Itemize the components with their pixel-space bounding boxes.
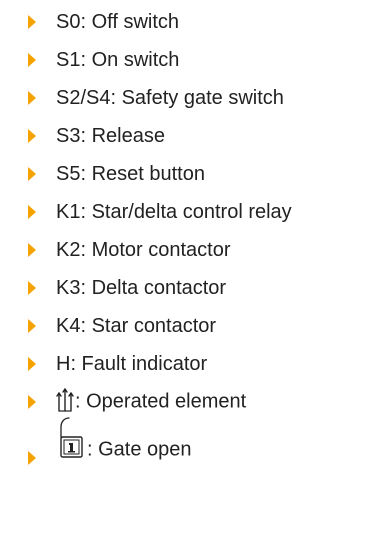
bullet-arrow-icon <box>28 319 36 333</box>
bullet-arrow-icon <box>28 281 36 295</box>
legend-item-gate-open: : Gate open <box>0 417 373 466</box>
legend-label: K1: Star/delta control relay <box>56 201 292 223</box>
legend-text-with-symbol: : Operated element <box>56 388 247 415</box>
legend-text-with-symbol: : Gate open <box>56 417 192 473</box>
bullet-arrow-icon <box>28 129 36 143</box>
legend-item-s5: S5: Reset button <box>0 158 373 190</box>
legend-item-s2-s4: S2/S4: Safety gate switch <box>0 82 373 114</box>
bullet-arrow-icon <box>28 91 36 105</box>
legend-item-s3: S3: Release <box>0 120 373 152</box>
legend-label: S0: Off switch <box>56 11 180 33</box>
legend-label: H: Fault indicator <box>56 353 208 375</box>
legend-label: K2: Motor contactor <box>56 239 231 261</box>
legend-item-k2: K2: Motor contactor <box>0 234 373 266</box>
bullet-arrow-icon <box>28 167 36 181</box>
gate-lock-icon <box>60 417 83 458</box>
legend-label: K3: Delta contactor <box>56 277 227 299</box>
bullet-arrow-icon <box>28 451 36 465</box>
bullet-arrow-icon <box>28 395 36 409</box>
legend-label: S5: Reset button <box>56 163 205 185</box>
legend-item-k3: K3: Delta contactor <box>0 272 373 304</box>
legend-label: K4: Star contactor <box>56 315 217 337</box>
legend-label: : Gate open <box>87 438 192 461</box>
legend-item-s1: S1: On switch <box>0 44 373 76</box>
bullet-arrow-icon <box>28 205 36 219</box>
legend-label: : Operated element <box>75 390 247 413</box>
legend-item-h: H: Fault indicator <box>0 348 373 380</box>
bullet-arrow-icon <box>28 53 36 67</box>
operated-element-icon <box>56 388 74 412</box>
legend-item-k1: K1: Star/delta control relay <box>0 196 373 228</box>
legend-item-k4: K4: Star contactor <box>0 310 373 342</box>
bullet-arrow-icon <box>28 15 36 29</box>
legend-label: S2/S4: Safety gate switch <box>56 87 284 109</box>
bullet-arrow-icon <box>28 243 36 257</box>
legend-label: S3: Release <box>56 125 165 147</box>
legend-item-s0: S0: Off switch <box>0 6 373 38</box>
legend-label: S1: On switch <box>56 49 180 71</box>
bullet-arrow-icon <box>28 357 36 371</box>
legend-item-operated-element: : Operated element <box>0 386 373 418</box>
